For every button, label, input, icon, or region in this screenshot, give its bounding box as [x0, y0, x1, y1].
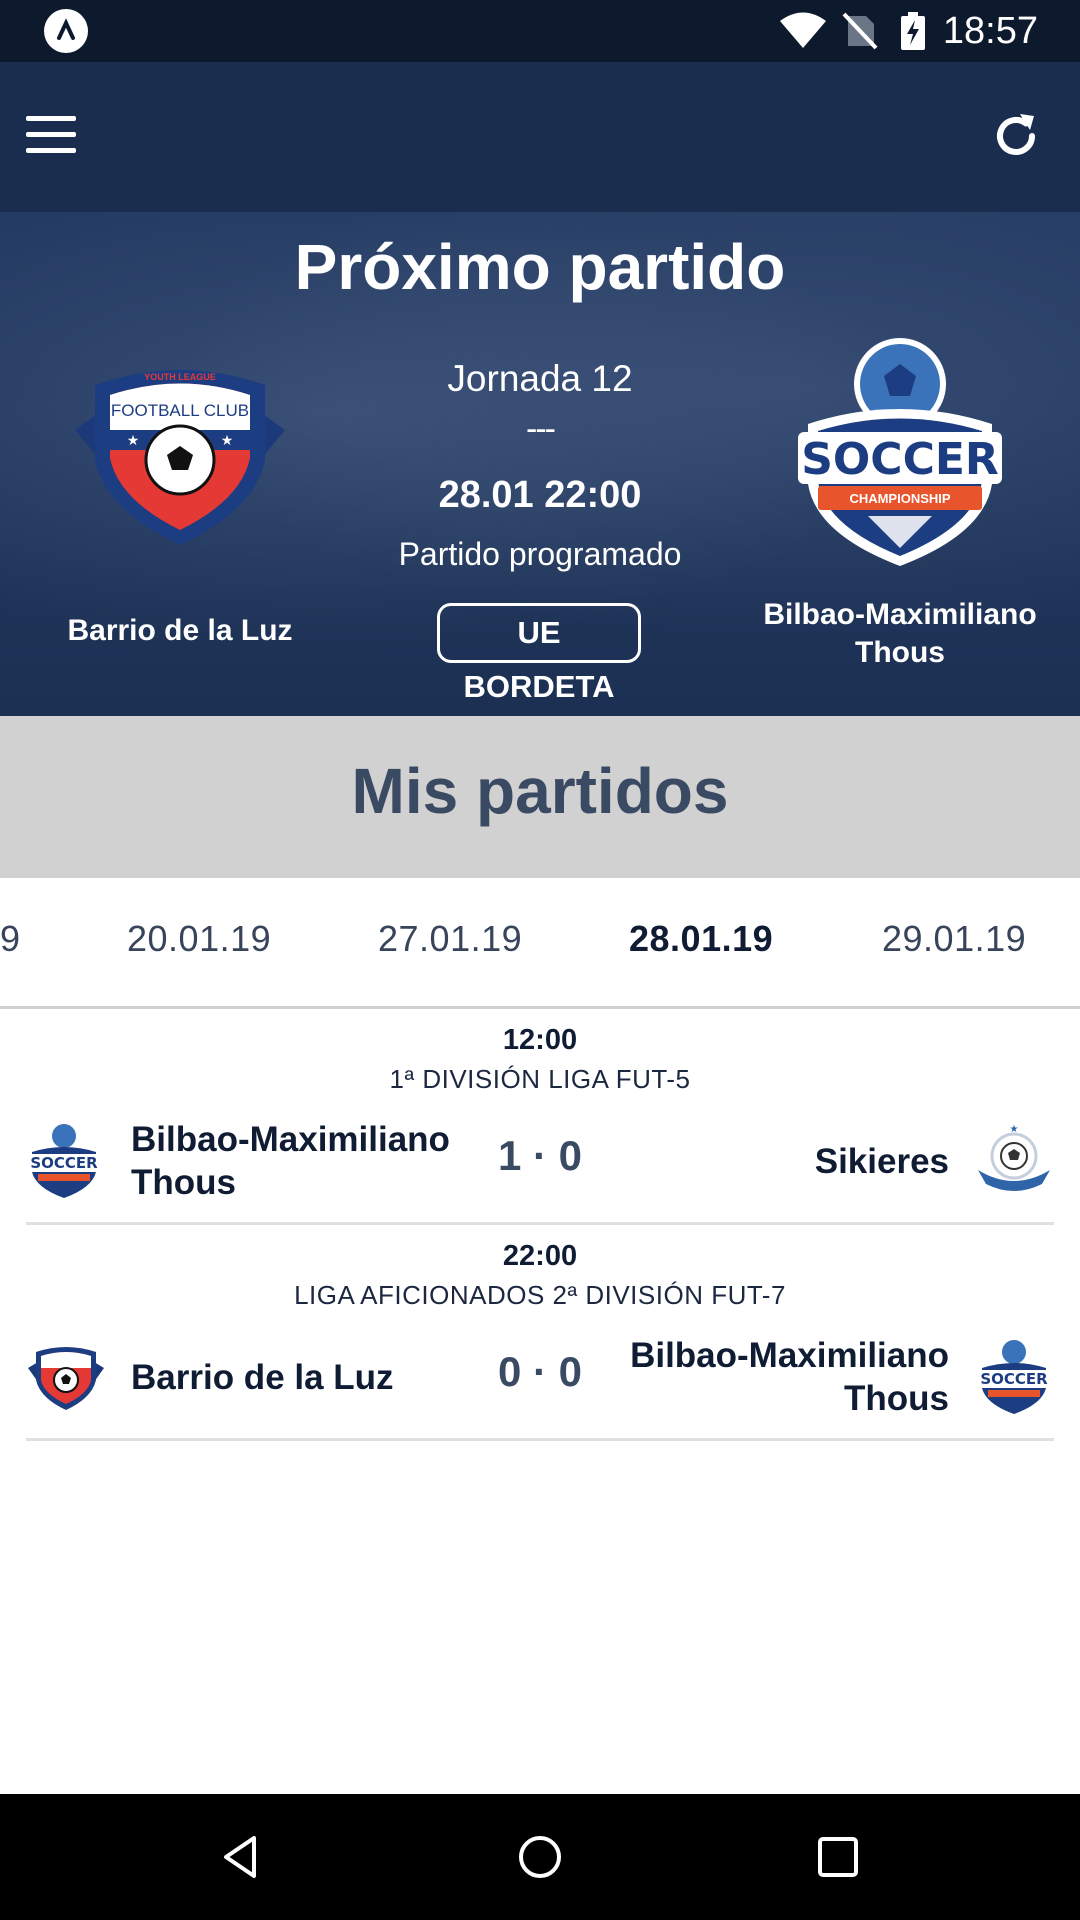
next-match-card[interactable]: Próximo partido YOUTH LEAGUE FOOTBALL CL…	[0, 212, 1080, 716]
match-competition: LIGA AFICIONADOS 2ª DIVISIÓN FUT-7	[294, 1280, 786, 1310]
app-bar	[0, 62, 1080, 212]
date-tab[interactable]: 27.01.19	[378, 918, 522, 960]
away-logo-text: SOCCER	[801, 434, 999, 485]
home-icon[interactable]	[517, 1834, 563, 1880]
my-matches-title: Mis partidos	[351, 755, 729, 827]
venue-button[interactable]: UE BORDETA	[437, 603, 641, 704]
next-match-title: Próximo partido	[294, 231, 786, 303]
match-away-team-label: Bilbao-Maximiliano Thous	[630, 1336, 949, 1418]
date-tab[interactable]: 20.01.19	[127, 918, 271, 960]
match-away-team: Sikieres	[599, 1118, 949, 1204]
wifi-icon	[780, 12, 826, 48]
svg-text:SOCCER: SOCCER	[30, 1154, 98, 1172]
match-home-team: Bilbao-Maximiliano Thous	[131, 1118, 481, 1204]
home-team-logo: SOCCER	[26, 1122, 102, 1198]
date-tab[interactable]: 9	[0, 918, 21, 960]
match-time: 22:00	[502, 1240, 578, 1272]
svg-text:★: ★	[1010, 1124, 1019, 1135]
match-home-team: Barrio de la Luz	[131, 1334, 481, 1420]
match-home-team-label: Bilbao-Maximiliano Thous	[131, 1120, 450, 1202]
back-icon[interactable]	[218, 1834, 264, 1880]
home-team-name: Barrio de la Luz	[67, 614, 293, 647]
away-team-logo: SOCCER CHAMPIONSHIP	[788, 334, 1012, 570]
recents-icon[interactable]	[815, 1834, 861, 1880]
away-team-name: Bilbao-Maximiliano Thous	[763, 598, 1037, 669]
date-selector[interactable]: 9 20.01.19 27.01.19 28.01.19 29.01.19	[0, 878, 1080, 1009]
my-matches-header: Mis partidos	[0, 716, 1080, 878]
refresh-button[interactable]	[988, 108, 1044, 164]
no-sim-icon	[842, 12, 878, 50]
date-tab-active[interactable]: 28.01.19	[629, 918, 773, 960]
away-team-logo: ★	[974, 1122, 1054, 1198]
system-nav-bar	[0, 1794, 1080, 1920]
match-row[interactable]: 22:00 LIGA AFICIONADOS 2ª DIVISIÓN FUT-7…	[26, 1224, 1054, 1441]
clock: 18:57	[942, 10, 1038, 52]
svg-text:SOCCER: SOCCER	[980, 1370, 1048, 1388]
away-logo-ribbon: CHAMPIONSHIP	[849, 491, 950, 506]
refresh-icon	[997, 114, 1035, 155]
status-bar: 18:57	[0, 0, 1080, 62]
away-team-logo: SOCCER	[974, 1338, 1054, 1414]
app-notification-icon	[44, 9, 88, 53]
match-row[interactable]: 12:00 1ª DIVISIÓN LIGA FUT-5 SOCCER Bilb…	[26, 1008, 1054, 1225]
battery-charging-icon	[901, 12, 925, 50]
match-away-team: Bilbao-Maximiliano Thous	[599, 1334, 949, 1420]
menu-button[interactable]	[22, 108, 80, 166]
date-tab[interactable]: 29.01.19	[882, 918, 1026, 960]
match-away-team-label: Sikieres	[814, 1141, 949, 1181]
match-competition: 1ª DIVISIÓN LIGA FUT-5	[389, 1064, 691, 1094]
match-home-team-label: Barrio de la Luz	[131, 1357, 394, 1397]
match-time: 12:00	[502, 1024, 578, 1056]
home-team-logo	[26, 1338, 104, 1414]
